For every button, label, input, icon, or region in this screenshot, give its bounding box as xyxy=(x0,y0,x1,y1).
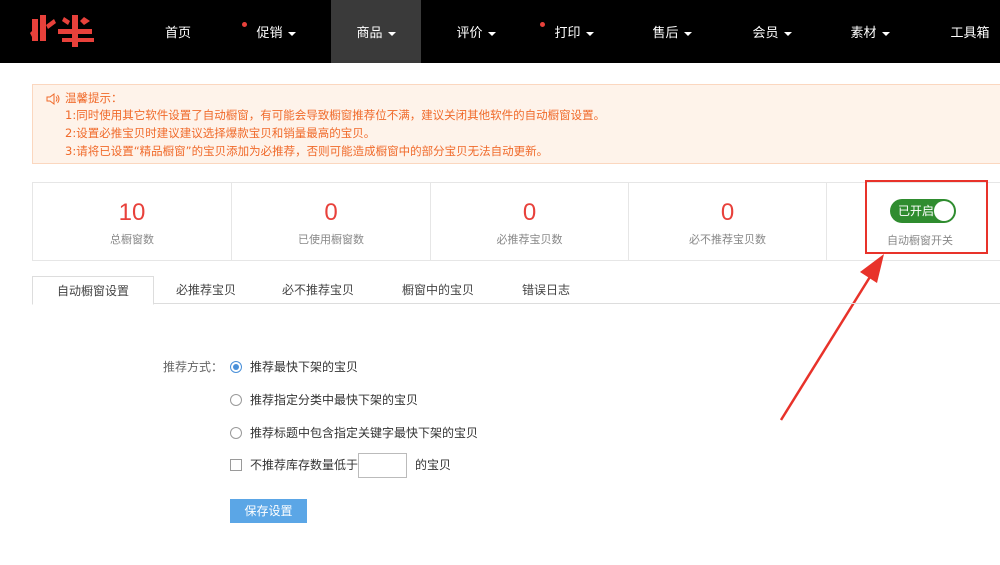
tip-line: 3:请将已设置“精品橱窗”的宝贝添加为必推荐，否则可能造成橱窗中的部分宝贝无法自… xyxy=(65,144,549,158)
radio-button[interactable] xyxy=(230,427,242,439)
tab-label: 必推荐宝贝 xyxy=(175,283,236,297)
nav-item-label: 会员 xyxy=(752,26,779,41)
nav-item-label: 打印 xyxy=(554,26,581,41)
tab-auto-window-settings[interactable]: 自动橱窗设置 xyxy=(32,276,154,305)
nav-item-materials[interactable]: 素材 xyxy=(830,0,910,63)
tab-must-recommend[interactable]: 必推荐宝贝 xyxy=(162,276,250,304)
nav-item-products[interactable]: 商品 xyxy=(331,0,421,63)
stat-label: 已使用橱窗数 xyxy=(298,233,364,246)
tips-title: 温馨提示： xyxy=(65,91,123,105)
nav-item-label: 售后 xyxy=(652,26,679,41)
option-keyword-fastest-delist[interactable]: 推荐标题中包含指定关键字最快下架的宝贝 xyxy=(230,425,478,441)
stat-label: 必不推荐宝贝数 xyxy=(689,233,766,246)
tab-label: 错误日志 xyxy=(521,283,570,297)
option-min-stock[interactable]: 不推荐库存数量低于 xyxy=(230,457,358,473)
radio-button[interactable] xyxy=(230,394,242,406)
stat-total-windows: 10 总橱窗数 xyxy=(33,183,232,260)
nav-item-label: 工具箱 xyxy=(950,26,990,41)
stock-suffix-label: 的宝贝 xyxy=(415,458,452,472)
option-category-fastest-delist[interactable]: 推荐指定分类中最快下架的宝贝 xyxy=(230,392,418,408)
top-nav: 首页 促销 商品 评价 打印 售后 会员 素材 工具箱 xyxy=(0,0,1000,63)
nav-item-after-sales[interactable]: 售后 xyxy=(632,0,712,63)
tab-window-items[interactable]: 橱窗中的宝贝 xyxy=(388,276,488,304)
notification-dot xyxy=(540,22,545,27)
tab-label: 必不推荐宝贝 xyxy=(281,283,354,297)
tab-bar: 自动橱窗设置 必推荐宝贝 必不推荐宝贝 橱窗中的宝贝 错误日志 xyxy=(32,276,1000,305)
stat-value: 0 xyxy=(720,199,735,226)
nav-item-home[interactable]: 首页 xyxy=(150,0,206,63)
nav-item-members[interactable]: 会员 xyxy=(732,0,812,63)
stat-value: 0 xyxy=(522,199,537,226)
stat-value: 10 xyxy=(118,199,146,226)
option-label: 推荐最快下架的宝贝 xyxy=(250,360,359,374)
option-label: 推荐标题中包含指定关键字最快下架的宝贝 xyxy=(250,426,479,440)
min-stock-input[interactable] xyxy=(358,453,407,478)
nav-item-label: 素材 xyxy=(850,26,877,41)
caret-down-icon xyxy=(585,31,594,36)
tip-line: 2:设置必推宝贝时建议建议选择爆款宝贝和销量最高的宝贝。 xyxy=(65,126,376,140)
caret-down-icon xyxy=(387,31,396,36)
tips-panel: 温馨提示： 1:同时使用其它软件设置了自动橱窗，有可能会导致橱窗推荐位不满，建议… xyxy=(32,84,1000,164)
caret-down-icon xyxy=(287,31,296,36)
caret-down-icon xyxy=(487,31,496,36)
stat-label: 必推荐宝贝数 xyxy=(496,233,563,246)
option-fastest-delist[interactable]: 推荐最快下架的宝贝 xyxy=(230,359,358,375)
stat-used-windows: 0 已使用橱窗数 xyxy=(232,183,431,260)
tab-error-log[interactable]: 错误日志 xyxy=(506,276,586,304)
nav-item-label: 促销 xyxy=(256,26,283,41)
stats-panel: 10 总橱窗数 0 已使用橱窗数 0 必推荐宝贝数 0 必不推荐宝贝数 已开启 … xyxy=(32,182,1000,261)
nav-item-reviews[interactable]: 评价 xyxy=(436,0,516,63)
tip-line: 1:同时使用其它软件设置了自动橱窗，有可能会导致橱窗推荐位不满，建议关闭其他软件… xyxy=(65,108,606,122)
caret-down-icon xyxy=(881,31,890,36)
save-settings-button[interactable]: 保存设置 xyxy=(230,499,307,523)
highlight-box xyxy=(865,180,988,254)
radio-button[interactable] xyxy=(230,361,242,373)
huoniu-logo[interactable] xyxy=(28,11,100,51)
caret-down-icon xyxy=(783,31,792,36)
tab-label: 橱窗中的宝贝 xyxy=(401,283,474,297)
speaker-icon xyxy=(46,93,60,105)
recommend-method-label: 推荐方式： xyxy=(163,360,224,374)
nav-item-print[interactable]: 打印 xyxy=(534,0,614,63)
tab-never-recommend[interactable]: 必不推荐宝贝 xyxy=(268,276,368,304)
nav-item-promotion[interactable]: 促销 xyxy=(236,0,316,63)
stat-must-recommend: 0 必推荐宝贝数 xyxy=(431,183,629,260)
stat-label: 总橱窗数 xyxy=(110,233,154,246)
checkbox[interactable] xyxy=(230,459,242,471)
option-label: 推荐指定分类中最快下架的宝贝 xyxy=(250,393,419,407)
stat-value: 0 xyxy=(324,199,338,226)
option-label: 不推荐库存数量低于 xyxy=(250,458,359,472)
nav-item-label: 评价 xyxy=(456,26,483,41)
stat-never-recommend: 0 必不推荐宝贝数 xyxy=(629,183,827,260)
nav-item-label: 商品 xyxy=(356,26,383,41)
nav-item-toolbox[interactable]: 工具箱 xyxy=(940,0,1000,63)
notification-dot xyxy=(242,22,247,27)
caret-down-icon xyxy=(683,31,692,36)
tab-label: 自动橱窗设置 xyxy=(56,284,129,298)
nav-item-label: 首页 xyxy=(164,26,191,41)
